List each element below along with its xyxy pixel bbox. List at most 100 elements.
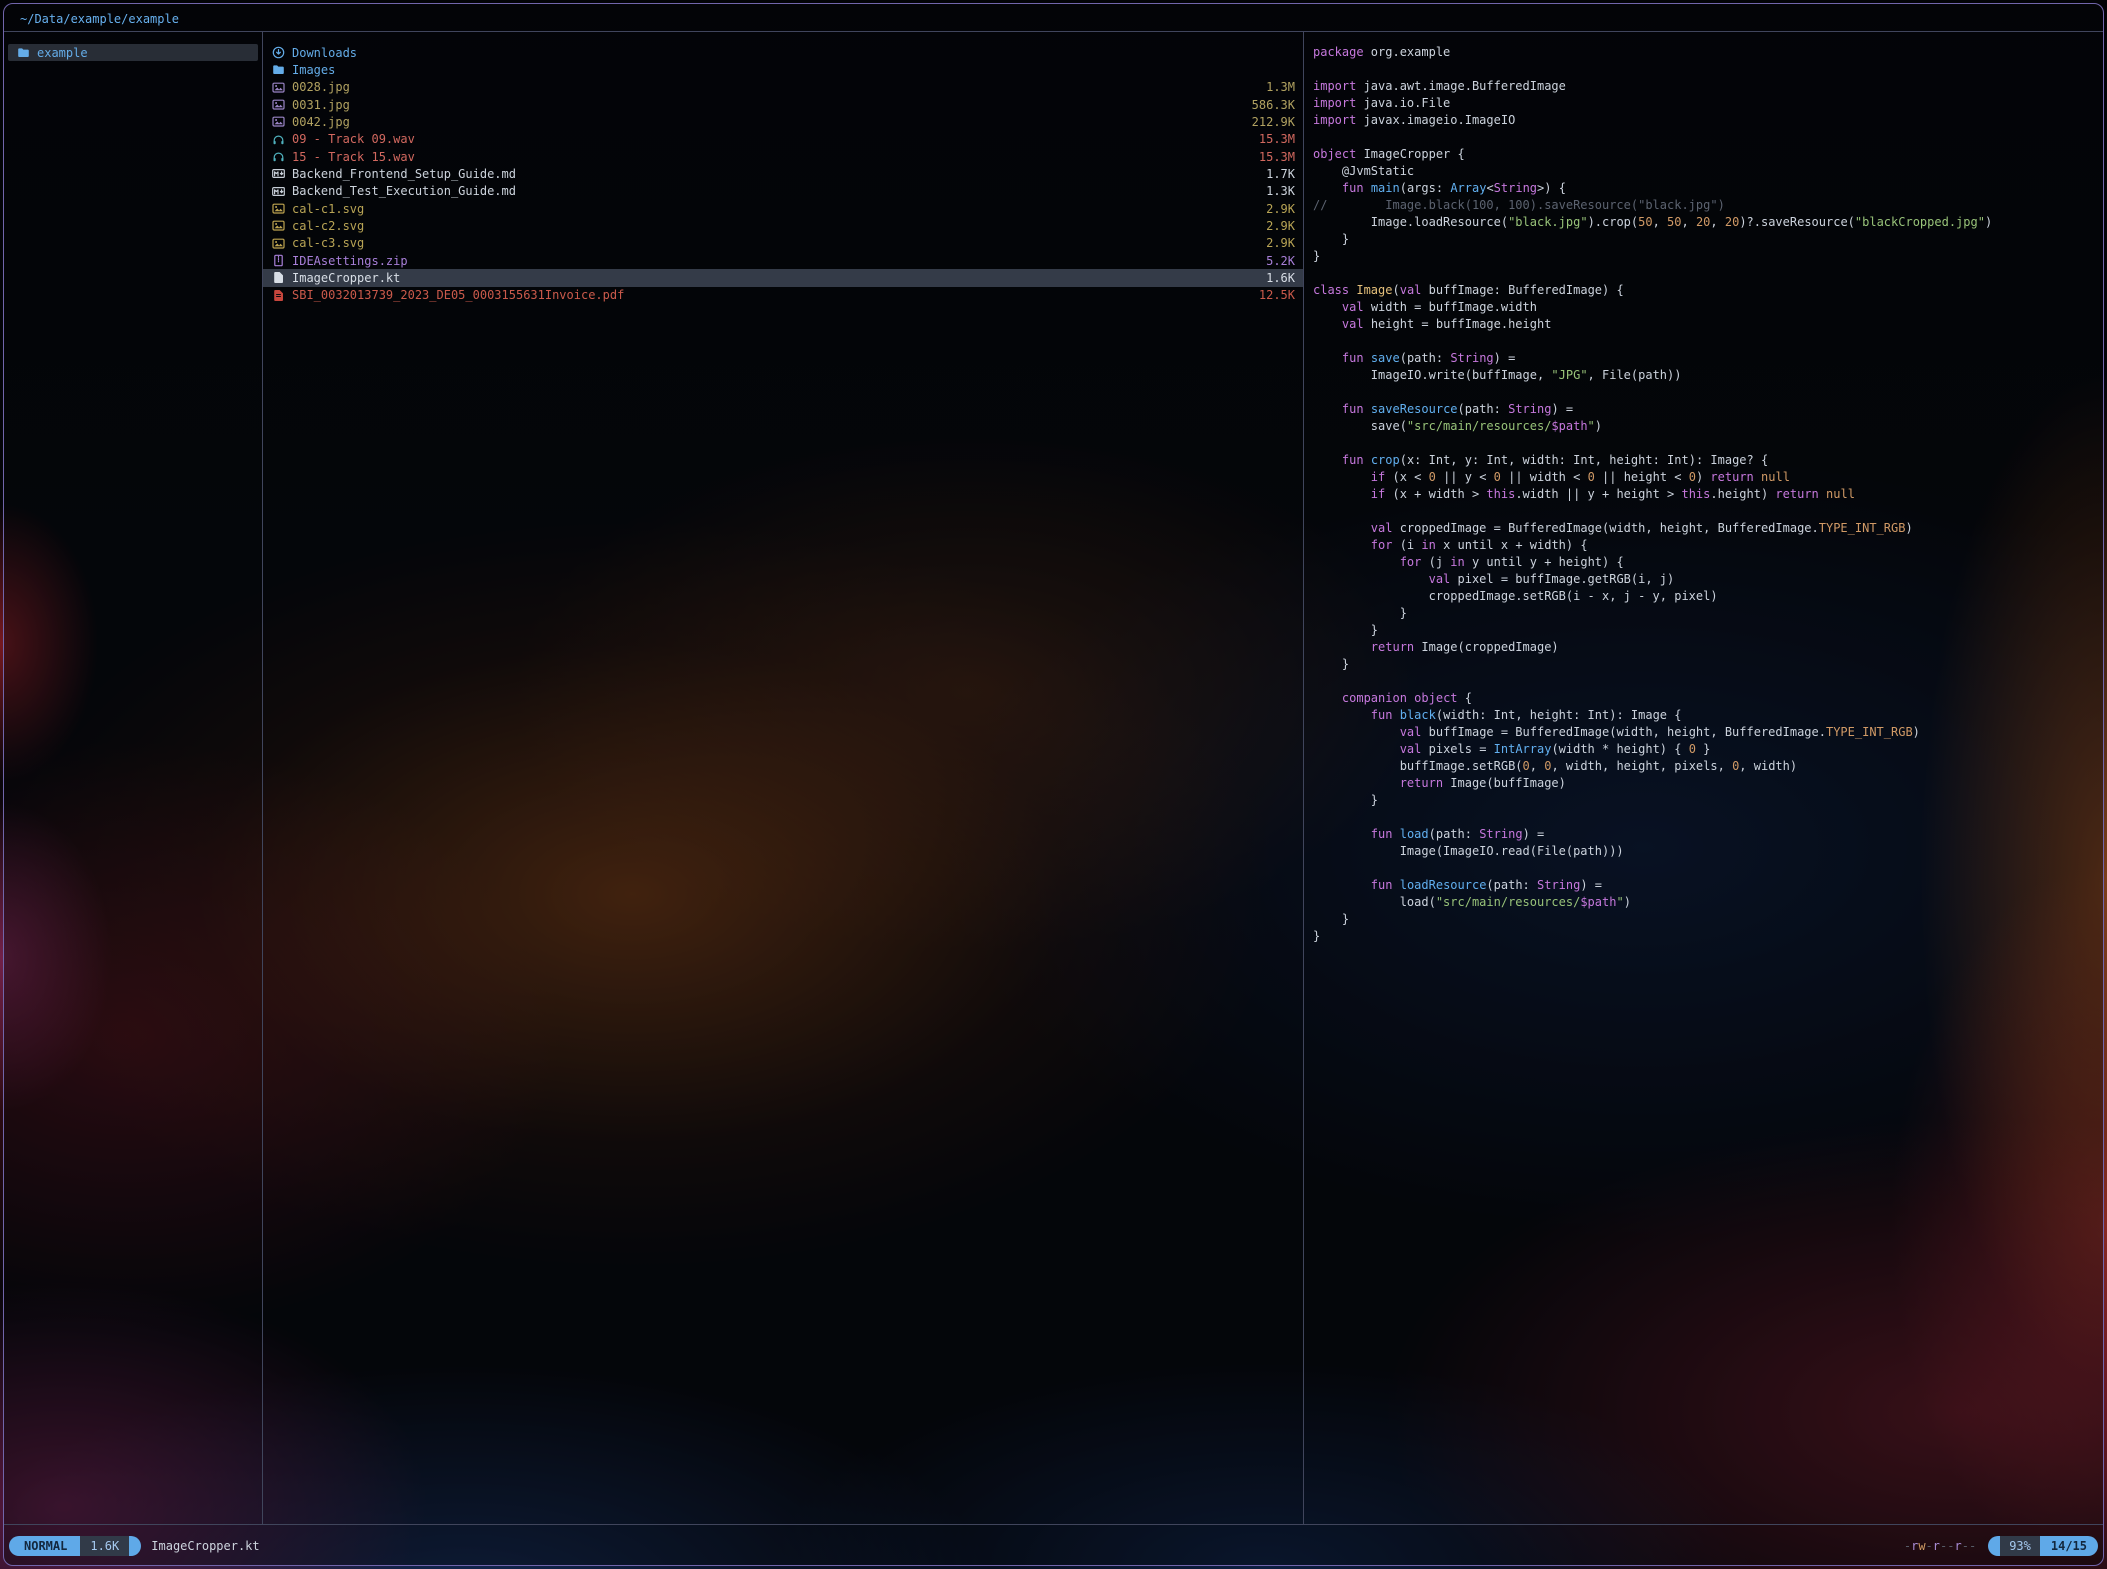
file-manager-panes: example DownloadsImages0028.jpg1.3M0031.…: [4, 31, 2103, 1525]
code-line: val pixel = buffImage.getRGB(i, j): [1313, 571, 2103, 588]
code-line: fun crop(x: Int, y: Int, width: Int, hei…: [1313, 452, 2103, 469]
code-line: [1313, 673, 2103, 690]
file-name: cal-c1.svg: [292, 202, 1266, 216]
status-bar-right: -rw-r--r-- 93% 14/15: [1904, 1536, 2098, 1556]
code-line: load("src/main/resources/$path"): [1313, 894, 2103, 911]
code-line: save("src/main/resources/$path"): [1313, 418, 2103, 435]
code-line: return Image(croppedImage): [1313, 639, 2103, 656]
file-row[interactable]: 0028.jpg1.3M: [263, 79, 1303, 96]
file-row[interactable]: SBI_0032013739_2023_DE05_0003155631Invoi…: [263, 287, 1303, 304]
file-name: 0028.jpg: [292, 80, 1266, 94]
code-line: }: [1313, 605, 2103, 622]
code-line: import javax.imageio.ImageIO: [1313, 112, 2103, 129]
file-size: 1.3M: [1266, 80, 1295, 94]
code-line: }: [1313, 231, 2103, 248]
code-line: val width = buffImage.width: [1313, 299, 2103, 316]
code-line: for (i in x until x + width) {: [1313, 537, 2103, 554]
code-line: buffImage.setRGB(0, 0, width, height, pi…: [1313, 758, 2103, 775]
file-row[interactable]: cal-c3.svg2.9K: [263, 235, 1303, 252]
code-line: val pixels = IntArray(width * height) { …: [1313, 741, 2103, 758]
file-size: 5.2K: [1266, 254, 1295, 268]
screen: ~/Data/example/example example Downloads…: [0, 0, 2107, 1569]
file-name: 0042.jpg: [292, 115, 1252, 129]
image-icon: [272, 98, 285, 111]
archive-icon: [272, 254, 285, 267]
code-line: Image(ImageIO.read(File(path))): [1313, 843, 2103, 860]
code-line: fun main(args: Array<String>) {: [1313, 180, 2103, 197]
selected-file-size: 1.6K: [80, 1536, 129, 1556]
folder-icon: [17, 46, 30, 59]
markdown-icon: [272, 185, 285, 198]
cursor-position: 14/15: [2040, 1536, 2098, 1556]
file-size: 1.3K: [1266, 184, 1295, 198]
file-name: example: [37, 46, 258, 60]
code-line: [1313, 435, 2103, 452]
code-line: val height = buffImage.height: [1313, 316, 2103, 333]
file-size: 15.3M: [1259, 150, 1295, 164]
code-line: }: [1313, 622, 2103, 639]
code-line: [1313, 860, 2103, 877]
file-size: 1.6K: [1266, 271, 1295, 285]
file-name: 09 - Track 09.wav: [292, 132, 1259, 146]
terminal-window: ~/Data/example/example example Downloads…: [3, 3, 2104, 1566]
scroll-percent: 93%: [2000, 1536, 2040, 1556]
code-line: croppedImage.setRGB(i - x, j - y, pixel): [1313, 588, 2103, 605]
image-icon: [272, 219, 285, 232]
code-line: if (x + width > this.width || y + height…: [1313, 486, 2103, 503]
code-line: }: [1313, 792, 2103, 809]
parent-directory-list: example: [4, 32, 262, 61]
file-row[interactable]: cal-c2.svg2.9K: [263, 217, 1303, 234]
code-line: // Image.black(100, 100).saveResource("b…: [1313, 197, 2103, 214]
file-size: 12.5K: [1259, 288, 1295, 302]
markdown-icon: [272, 167, 285, 180]
file-row[interactable]: 09 - Track 09.wav15.3M: [263, 131, 1303, 148]
pdf-icon: [272, 289, 285, 302]
code-line: import java.awt.image.BufferedImage: [1313, 78, 2103, 95]
code-line: }: [1313, 911, 2103, 928]
code-line: [1313, 265, 2103, 282]
file-list: DownloadsImages0028.jpg1.3M0031.jpg586.3…: [263, 32, 1303, 304]
code-line: [1313, 503, 2103, 520]
file-row[interactable]: ImageCropper.kt1.6K: [263, 269, 1303, 286]
file-row[interactable]: Backend_Test_Execution_Guide.md1.3K: [263, 183, 1303, 200]
image-icon: [272, 115, 285, 128]
code-line: object ImageCropper {: [1313, 146, 2103, 163]
file-size: 15.3M: [1259, 132, 1295, 146]
file-name: Backend_Frontend_Setup_Guide.md: [292, 167, 1266, 181]
parent-directory-pane: example: [4, 32, 263, 1524]
status-bar: NORMAL 1.6K ImageCropper.kt -rw-r--r-- 9…: [9, 1535, 2098, 1557]
preview-pane: package org.example import java.awt.imag…: [1304, 32, 2103, 1524]
code-line: [1313, 129, 2103, 146]
file-name: 15 - Track 15.wav: [292, 150, 1259, 164]
code-line: }: [1313, 248, 2103, 265]
current-path: ~/Data/example/example: [20, 9, 179, 29]
code-line: if (x < 0 || y < 0 || width < 0 || heigh…: [1313, 469, 2103, 486]
file-permissions: -rw-r--r--: [1904, 1539, 1976, 1553]
file-row[interactable]: Images: [263, 61, 1303, 78]
file-row[interactable]: 0031.jpg586.3K: [263, 96, 1303, 113]
file-name: Downloads: [292, 46, 1295, 60]
file-name: Backend_Test_Execution_Guide.md: [292, 184, 1266, 198]
file-row[interactable]: Downloads: [263, 44, 1303, 61]
code-line: fun save(path: String) =: [1313, 350, 2103, 367]
file-size: 2.9K: [1266, 236, 1295, 250]
code-line: import java.io.File: [1313, 95, 2103, 112]
file-name: Images: [292, 63, 1295, 77]
code-line: fun loadResource(path: String) =: [1313, 877, 2103, 894]
image-icon: [272, 237, 285, 250]
current-directory-pane: DownloadsImages0028.jpg1.3M0031.jpg586.3…: [263, 32, 1304, 1524]
file-row[interactable]: example: [8, 44, 258, 61]
file-row[interactable]: IDEAsettings.zip5.2K: [263, 252, 1303, 269]
selected-file-name: ImageCropper.kt: [151, 1539, 259, 1553]
file-icon: [272, 271, 285, 284]
file-row[interactable]: Backend_Frontend_Setup_Guide.md1.7K: [263, 165, 1303, 182]
image-icon: [272, 202, 285, 215]
code-line: [1313, 333, 2103, 350]
code-line: val croppedImage = BufferedImage(width, …: [1313, 520, 2103, 537]
file-row[interactable]: 0042.jpg212.9K: [263, 113, 1303, 130]
code-line: return Image(buffImage): [1313, 775, 2103, 792]
file-row[interactable]: 15 - Track 15.wav15.3M: [263, 148, 1303, 165]
code-line: fun load(path: String) =: [1313, 826, 2103, 843]
file-row[interactable]: cal-c1.svg2.9K: [263, 200, 1303, 217]
code-line: ImageIO.write(buffImage, "JPG", File(pat…: [1313, 367, 2103, 384]
